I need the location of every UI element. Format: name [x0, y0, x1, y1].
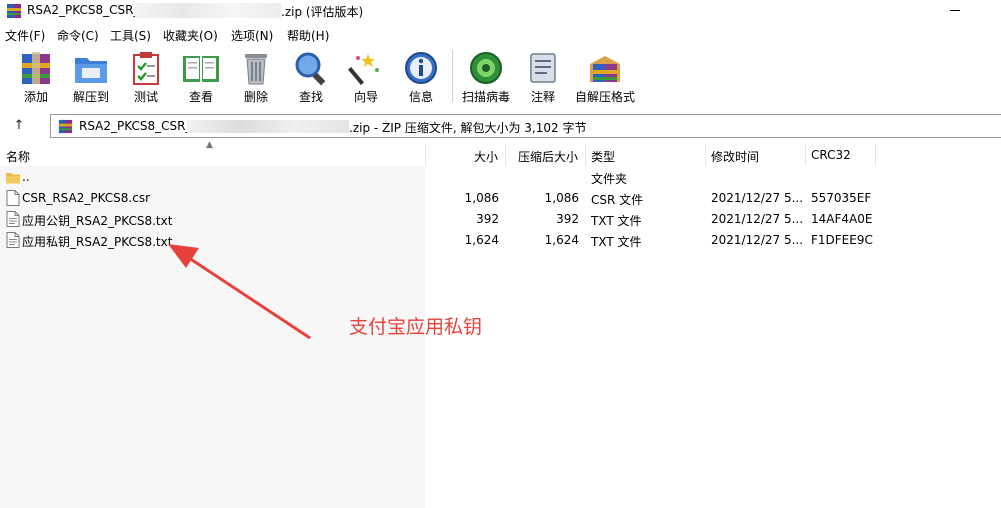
trash-icon — [245, 54, 267, 85]
menu-bar: 文件(F) 命令(C) 工具(S) 收藏夹(O) 选项(N) 帮助(H) — [0, 24, 1001, 44]
address-description: .zip - ZIP 压缩文件, 解包大小为 3,102 字节 — [349, 121, 587, 135]
up-arrow-icon[interactable]: ↑ — [10, 118, 28, 134]
column-packed[interactable]: 压缩后大小 — [506, 144, 586, 166]
file-type: CSR 文件 — [591, 193, 644, 207]
test-checklist-icon — [133, 52, 159, 85]
file-modified: 2021/12/27 5... — [711, 212, 804, 226]
virus-scan-icon — [470, 52, 502, 84]
sfx-label: 自解压格式 — [574, 90, 635, 104]
menu-favorites[interactable]: 收藏夹(O) — [163, 27, 218, 44]
window-title: RSA2_PKCS8_CSR_ — [27, 3, 140, 17]
address-bar: ↑ RSA2_PKCS8_CSR_ .zip - ZIP 压缩文件, 解包大小为… — [0, 112, 1001, 140]
add-label: 添加 — [23, 90, 48, 104]
winrar-app-icon — [7, 4, 21, 18]
column-name[interactable]: 名称 ▲ — [0, 140, 426, 166]
column-size[interactable]: 大小 — [426, 144, 506, 166]
file-type: TXT 文件 — [591, 235, 642, 249]
column-crc[interactable]: CRC32 — [806, 144, 876, 166]
info-label: 信息 — [408, 90, 433, 104]
sfx-button[interactable]: 自解压格式 — [572, 46, 638, 106]
extract-label: 解压到 — [72, 90, 109, 104]
file-crc: F1DFEE9C — [811, 233, 873, 247]
menu-options[interactable]: 选项(N) — [231, 27, 273, 44]
magic-wand-icon — [348, 54, 379, 85]
file-crc: 557035EF — [811, 191, 872, 205]
list-item[interactable]: CSR_RSA2_PKCS8.csr 1,086 1,086 CSR 文件 20… — [0, 188, 1001, 209]
column-type-label: 类型 — [591, 150, 616, 164]
file-packed-size: 1,624 — [544, 233, 579, 247]
file-size: 392 — [476, 212, 499, 226]
toolbar: 添加 解压到 测试 查看 删除 查找 向导 信息 扫描病毒 注释 自解压格式 — [0, 46, 1001, 108]
column-crc-label: CRC32 — [811, 148, 851, 162]
file-icon — [6, 190, 20, 206]
file-modified: 2021/12/27 5... — [711, 233, 804, 247]
add-button[interactable]: 添加 — [8, 46, 64, 106]
window-title-suffix: .zip (评估版本) — [281, 5, 364, 19]
info-button[interactable]: 信息 — [393, 46, 449, 106]
file-packed-size: 1,086 — [544, 191, 579, 205]
file-crc: 14AF4A0E — [811, 212, 873, 226]
file-name: .. — [22, 170, 30, 184]
wizard-button[interactable]: 向导 — [338, 46, 394, 106]
archive-add-icon — [22, 52, 50, 84]
view-button[interactable]: 查看 — [173, 46, 229, 106]
file-name: 应用公钥_RSA2_PKCS8.txt — [22, 214, 173, 228]
file-modified: 2021/12/27 5... — [711, 191, 804, 205]
column-type[interactable]: 类型 — [586, 144, 706, 166]
test-button[interactable]: 测试 — [118, 46, 174, 106]
list-item[interactable]: 应用公钥_RSA2_PKCS8.txt 392 392 TXT 文件 2021/… — [0, 209, 1001, 230]
address-path: RSA2_PKCS8_CSR_ — [79, 119, 192, 133]
address-field[interactable]: RSA2_PKCS8_CSR_ .zip - ZIP 压缩文件, 解包大小为 3… — [50, 114, 1001, 138]
sfx-archive-icon — [590, 56, 620, 82]
wizard-label: 向导 — [353, 90, 378, 104]
menu-commands[interactable]: 命令(C) — [57, 27, 99, 44]
list-header: 名称 ▲ 大小 压缩后大小 类型 修改时间 CRC32 — [0, 140, 1001, 166]
list-item[interactable]: .. 文件夹 — [0, 167, 1001, 188]
column-modified[interactable]: 修改时间 — [706, 144, 806, 166]
column-packed-label: 压缩后大小 — [517, 150, 578, 164]
book-view-icon — [183, 56, 219, 82]
view-label: 查看 — [188, 90, 213, 104]
redacted-region — [187, 120, 349, 133]
file-name: 应用私钥_RSA2_PKCS8.txt — [22, 235, 173, 249]
find-label: 查找 — [298, 90, 323, 104]
magnifier-icon — [295, 52, 326, 86]
delete-label: 删除 — [243, 90, 268, 104]
archive-icon — [58, 119, 73, 134]
menu-help[interactable]: 帮助(H) — [287, 27, 329, 44]
folder-icon — [6, 173, 20, 184]
scan-virus-label: 扫描病毒 — [461, 90, 510, 104]
file-name: CSR_RSA2_PKCS8.csr — [22, 191, 151, 205]
toolbar-separator — [452, 50, 453, 102]
column-modified-label: 修改时间 — [711, 150, 760, 164]
menu-file[interactable]: 文件(F) — [5, 27, 45, 44]
file-size: 1,086 — [464, 191, 499, 205]
minimize-button[interactable] — [950, 10, 960, 11]
annotation-label: 支付宝应用私钥 — [349, 316, 483, 338]
file-packed-size: 392 — [556, 212, 579, 226]
text-file-icon — [6, 232, 20, 248]
comment-label: 注释 — [530, 90, 555, 104]
redacted-region — [135, 3, 281, 18]
file-type: 文件夹 — [591, 172, 628, 186]
scan-virus-button[interactable]: 扫描病毒 — [458, 46, 514, 106]
delete-button[interactable]: 删除 — [228, 46, 284, 106]
text-file-icon — [6, 211, 20, 227]
test-label: 测试 — [133, 90, 158, 104]
title-bar: RSA2_PKCS8_CSR_ .zip (评估版本) — [0, 0, 1001, 22]
info-icon — [405, 52, 437, 84]
folder-extract-icon — [75, 58, 107, 83]
comment-icon — [530, 53, 556, 83]
find-button[interactable]: 查找 — [283, 46, 339, 106]
list-item[interactable]: 应用私钥_RSA2_PKCS8.txt 1,624 1,624 TXT 文件 2… — [0, 230, 1001, 251]
column-name-label: 名称 — [6, 150, 31, 164]
column-size-label: 大小 — [473, 150, 498, 164]
file-size: 1,624 — [464, 233, 499, 247]
menu-tools[interactable]: 工具(S) — [110, 27, 151, 44]
comment-button[interactable]: 注释 — [515, 46, 571, 106]
sort-up-icon: ▲ — [206, 140, 213, 150]
extract-button[interactable]: 解压到 — [63, 46, 119, 106]
file-type: TXT 文件 — [591, 214, 642, 228]
